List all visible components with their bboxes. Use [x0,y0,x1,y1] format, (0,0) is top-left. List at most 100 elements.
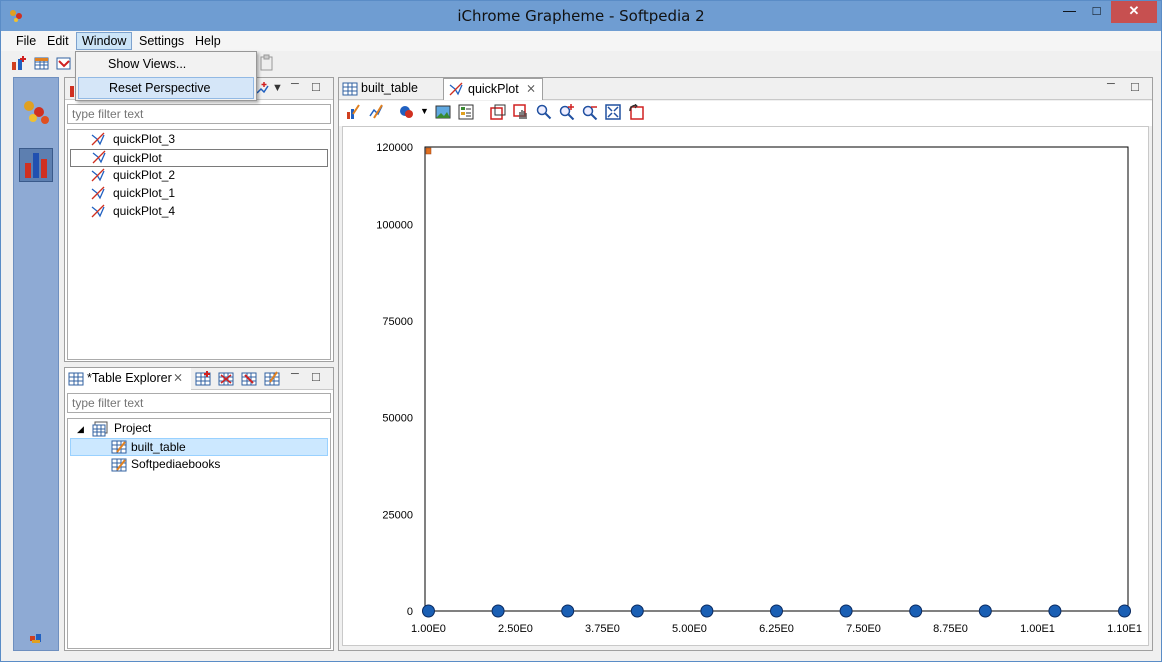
table-filter-input[interactable] [67,393,331,413]
close-button[interactable]: ✕ [1111,1,1157,23]
minimize-editor-icon[interactable]: ─ [1107,78,1115,90]
minimize-view-icon[interactable]: ─ [291,78,299,90]
minimize-view-icon[interactable]: ─ [291,368,299,380]
plot-item-label: quickPlot_1 [113,186,176,200]
edit-table-icon[interactable] [264,371,280,387]
x-tick-label: 3.75E0 [585,623,620,635]
pan-hand-icon[interactable] [513,104,529,120]
import-icon[interactable] [55,54,73,72]
plot-tree: quickPlot_3 quickPlot quickPlot_2 quickP… [67,129,331,360]
data-point [770,604,783,618]
data-point [1048,604,1062,618]
menu-file[interactable]: File [11,33,41,51]
data-point [700,604,714,618]
x-tick-label: 1.10E1 [1107,623,1142,635]
bar-chart-icon [25,153,47,178]
zoom-icon[interactable] [536,104,552,120]
menu-settings[interactable]: Settings [134,33,189,51]
show-views-menu-item[interactable]: Show Views... [78,54,254,76]
new-plot-icon[interactable] [11,54,29,72]
plot-icon [449,82,463,96]
tab-quickplot[interactable]: quickPlot ⨯ [443,78,543,100]
delete-table-icon[interactable] [241,371,257,387]
data-point [491,604,505,618]
series-icon[interactable] [368,104,384,120]
plot-area[interactable]: 0 25000 50000 75000 100000 120000 1.00E0 2.50E0… [342,126,1149,646]
tab-quickplot-label: quickPlot [468,82,519,96]
y-tick-label: 25000 [382,509,413,521]
reset-view-icon[interactable] [628,104,644,120]
plot-item-label: quickPlot_3 [113,132,176,146]
table-icon [111,440,127,454]
table-item[interactable]: built_table [70,438,328,456]
legend-icon[interactable] [458,104,474,120]
plot-filter-input[interactable] [67,104,331,124]
plot-item[interactable]: quickPlot_4 [70,203,328,221]
data-point [1118,604,1132,618]
maximize-view-icon[interactable]: □ [312,79,320,94]
table-explorer-tab-label: *Table Explorer [87,371,172,385]
table-item-label: Softpediaebooks [131,457,221,471]
plot-item[interactable]: quickPlot [70,149,328,167]
add-perspective-icon[interactable] [29,631,43,645]
table-item-label: built_table [131,440,186,454]
table-tree: ◢ Project built_table Softpediaebooks [67,418,331,649]
add-table-icon[interactable] [195,371,211,387]
plot-item[interactable]: quickPlot_2 [70,167,328,185]
add-column-icon[interactable] [218,371,234,387]
plot-perspective-icon[interactable] [19,96,53,130]
scatter-chart: 0 25000 50000 75000 100000 120000 1.00E0 2.50E0… [376,142,1142,635]
editor-tab-bar: built_table quickPlot ⨯ ─ □ [339,78,1152,100]
plot-toolbar: ▼ [339,101,1152,126]
menu-window[interactable]: Window [76,32,133,50]
fit-to-view-icon[interactable] [605,104,621,120]
plot-item-label: quickPlot_2 [113,168,176,182]
view-menu-icon[interactable]: ▼ [272,82,283,94]
image-export-icon[interactable] [435,104,451,120]
data-point [839,604,853,618]
new-table-icon[interactable] [33,54,51,72]
tab-table-explorer[interactable]: *Table Explorer ⨯ [65,368,191,390]
data-point [978,604,992,618]
collapse-arrow-icon[interactable]: ◢ [77,421,84,438]
menu-bar: File Edit Window Settings Help [1,31,1161,51]
data-point [421,604,435,618]
y-tick-label: 120000 [376,142,413,154]
table-icon [111,458,127,472]
plot-item-label: quickPlot [113,151,162,165]
chart-perspective-button[interactable] [19,148,53,182]
title-bar: iChrome Grapheme - Softpedia 2 — □ ✕ [1,1,1161,31]
maximize-editor-icon[interactable]: □ [1131,79,1139,94]
y-tick-label: 50000 [382,413,413,425]
data-point [630,604,644,618]
project-icon [92,421,108,437]
plot-item[interactable]: quickPlot_1 [70,185,328,203]
zoom-in-icon[interactable] [559,104,575,120]
color-dropdown-icon[interactable]: ▼ [420,106,429,116]
plot-explorer-panel: ▼ ─ □ quickPlot_3 quickPlot quickPlot_2 … [64,77,334,362]
new-plot-small-icon[interactable] [255,81,269,95]
window-title: iChrome Grapheme - Softpedia 2 [457,7,705,25]
data-point [909,604,923,618]
reset-perspective-menu-item[interactable]: Reset Perspective [78,77,254,99]
zoom-out-icon[interactable] [582,104,598,120]
project-node[interactable]: ◢ Project [70,420,328,438]
tab-built-table[interactable]: built_table [339,78,443,100]
maximize-view-icon[interactable]: □ [312,369,320,384]
zoom-box-icon[interactable] [490,104,506,120]
minimize-button[interactable]: — [1056,1,1083,23]
close-tab-icon[interactable]: ⨯ [173,370,183,384]
paste-icon[interactable] [259,54,275,72]
top-marker [425,147,432,155]
table-item[interactable]: Softpediaebooks [70,456,328,474]
y-tick-label: 0 [407,606,413,618]
menu-help[interactable]: Help [190,33,226,51]
color-fill-icon[interactable] [398,104,414,120]
plot-icon [91,204,105,218]
close-tab-icon[interactable]: ⨯ [526,81,536,95]
y-tick-label: 75000 [382,316,413,328]
menu-edit[interactable]: Edit [42,33,74,51]
edit-plot-icon[interactable] [345,104,361,120]
maximize-button[interactable]: □ [1083,1,1110,23]
plot-item[interactable]: quickPlot_3 [70,131,328,149]
